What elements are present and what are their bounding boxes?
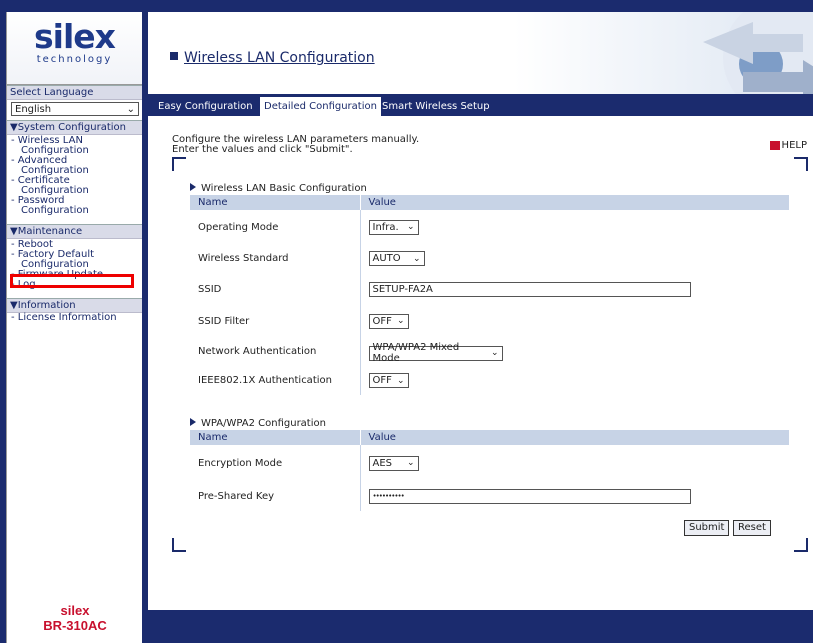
chevron-down-icon: ⌄: [396, 375, 405, 386]
chevron-down-icon: ⌄: [412, 253, 421, 264]
sidebar: silex technology Select Language English…: [6, 12, 142, 643]
chevron-down-icon: ⌄: [126, 103, 135, 115]
pre-shared-key-label: Pre-Shared Key: [190, 481, 361, 511]
network-authentication-select[interactable]: WPA/WPA2 Mixed Mode ⌄: [368, 342, 503, 364]
basic-config-table: Name Value Operating Mode Infra. ⌄ Wirele…: [190, 195, 790, 395]
language-select[interactable]: English ⌄: [11, 102, 139, 116]
reset-button[interactable]: Reset: [733, 520, 771, 536]
help-link[interactable]: HELP: [769, 140, 807, 151]
sidebar-item-license-information[interactable]: - License Information: [7, 313, 142, 323]
sidebar-item-factory-default[interactable]: - Factory Default Configuration: [7, 250, 142, 270]
system-configuration-heading[interactable]: ▼System Configuration: [7, 120, 142, 135]
col-name-header: Name: [190, 195, 361, 210]
chevron-down-icon: ⌄: [406, 222, 415, 232]
pre-shared-key-input[interactable]: ••••••••••: [368, 488, 691, 504]
chevron-down-icon: ⌄: [406, 458, 415, 468]
sidebar-item-wireless-lan[interactable]: - Wireless LAN Configuration: [7, 136, 142, 156]
logo-sub: technology: [36, 54, 113, 65]
banner: Wireless LAN Configuration: [148, 12, 813, 94]
chevron-down-icon: ⌄: [396, 316, 405, 326]
submit-button[interactable]: Submit: [684, 520, 730, 536]
sidebar-item-certificate[interactable]: - Certificate Configuration: [7, 176, 142, 196]
tab-detailed-configuration[interactable]: Detailed Configuration: [259, 96, 382, 116]
select-language-label: Select Language: [7, 85, 142, 100]
chevron-down-icon: ⌄: [490, 348, 499, 359]
col-name-header: Name: [190, 430, 361, 445]
language-value: English: [15, 103, 52, 115]
help-icon: [769, 140, 780, 150]
operating-mode-label: Operating Mode: [190, 210, 361, 244]
sidebar-item-advanced[interactable]: - Advanced Configuration: [7, 156, 142, 176]
basic-section-title: Wireless LAN Basic Configuration: [190, 183, 367, 194]
tab-easy-configuration[interactable]: Easy Configuration: [154, 98, 257, 116]
operating-mode-select[interactable]: Infra. ⌄: [368, 219, 419, 235]
firmware-update-highlight: [10, 274, 134, 288]
col-value-header: Value: [360, 430, 790, 445]
footer-band: [148, 610, 813, 643]
ieee8021x-label: IEEE802.1X Authentication: [190, 366, 361, 395]
ssid-filter-select[interactable]: OFF ⌄: [368, 313, 409, 329]
page-title: Wireless LAN Configuration: [170, 50, 375, 66]
wpa-config-table: Name Value Encryption Mode AES ⌄ Pre-Shar…: [190, 430, 790, 511]
intro-text: Configure the wireless LAN parameters ma…: [172, 134, 420, 155]
network-authentication-label: Network Authentication: [190, 337, 361, 366]
ssid-label: SSID: [190, 273, 361, 305]
product-label: silex BR-310AC: [7, 603, 143, 633]
main-content: Wireless LAN Configuration Easy Configur…: [148, 12, 813, 643]
information-heading[interactable]: ▼Information: [7, 298, 142, 313]
wpa-section-title: WPA/WPA2 Configuration: [190, 418, 326, 429]
ssid-input[interactable]: SETUP-FA2A: [368, 281, 691, 297]
tab-smart-wireless-setup[interactable]: Smart Wireless Setup: [378, 98, 494, 116]
logo-main: silex: [34, 17, 116, 56]
triangle-right-icon: [190, 418, 196, 426]
banner-arrows-decoration: [703, 12, 813, 94]
maintenance-heading[interactable]: ▼Maintenance: [7, 224, 142, 239]
page-frame: silex technology Select Language English…: [0, 0, 813, 643]
sidebar-item-password[interactable]: - Password Configuration: [7, 196, 142, 216]
wireless-standard-select[interactable]: AUTO ⌄: [368, 251, 425, 266]
tab-bar: Easy Configuration Detailed Configuratio…: [148, 94, 813, 116]
product-model: BR-310AC: [43, 618, 107, 633]
triangle-right-icon: [190, 183, 196, 191]
logo: silex technology: [7, 12, 142, 85]
ssid-filter-label: SSID Filter: [190, 305, 361, 337]
product-brand: silex: [60, 603, 90, 618]
encryption-mode-select[interactable]: AES ⌄: [368, 455, 419, 471]
wireless-standard-label: Wireless Standard: [190, 244, 361, 273]
title-bullet-icon: [170, 52, 178, 60]
config-panel: Wireless LAN Basic Configuration Name Va…: [172, 157, 808, 552]
ieee8021x-select[interactable]: OFF ⌄: [368, 373, 409, 388]
col-value-header: Value: [360, 195, 790, 210]
encryption-mode-label: Encryption Mode: [190, 445, 361, 481]
